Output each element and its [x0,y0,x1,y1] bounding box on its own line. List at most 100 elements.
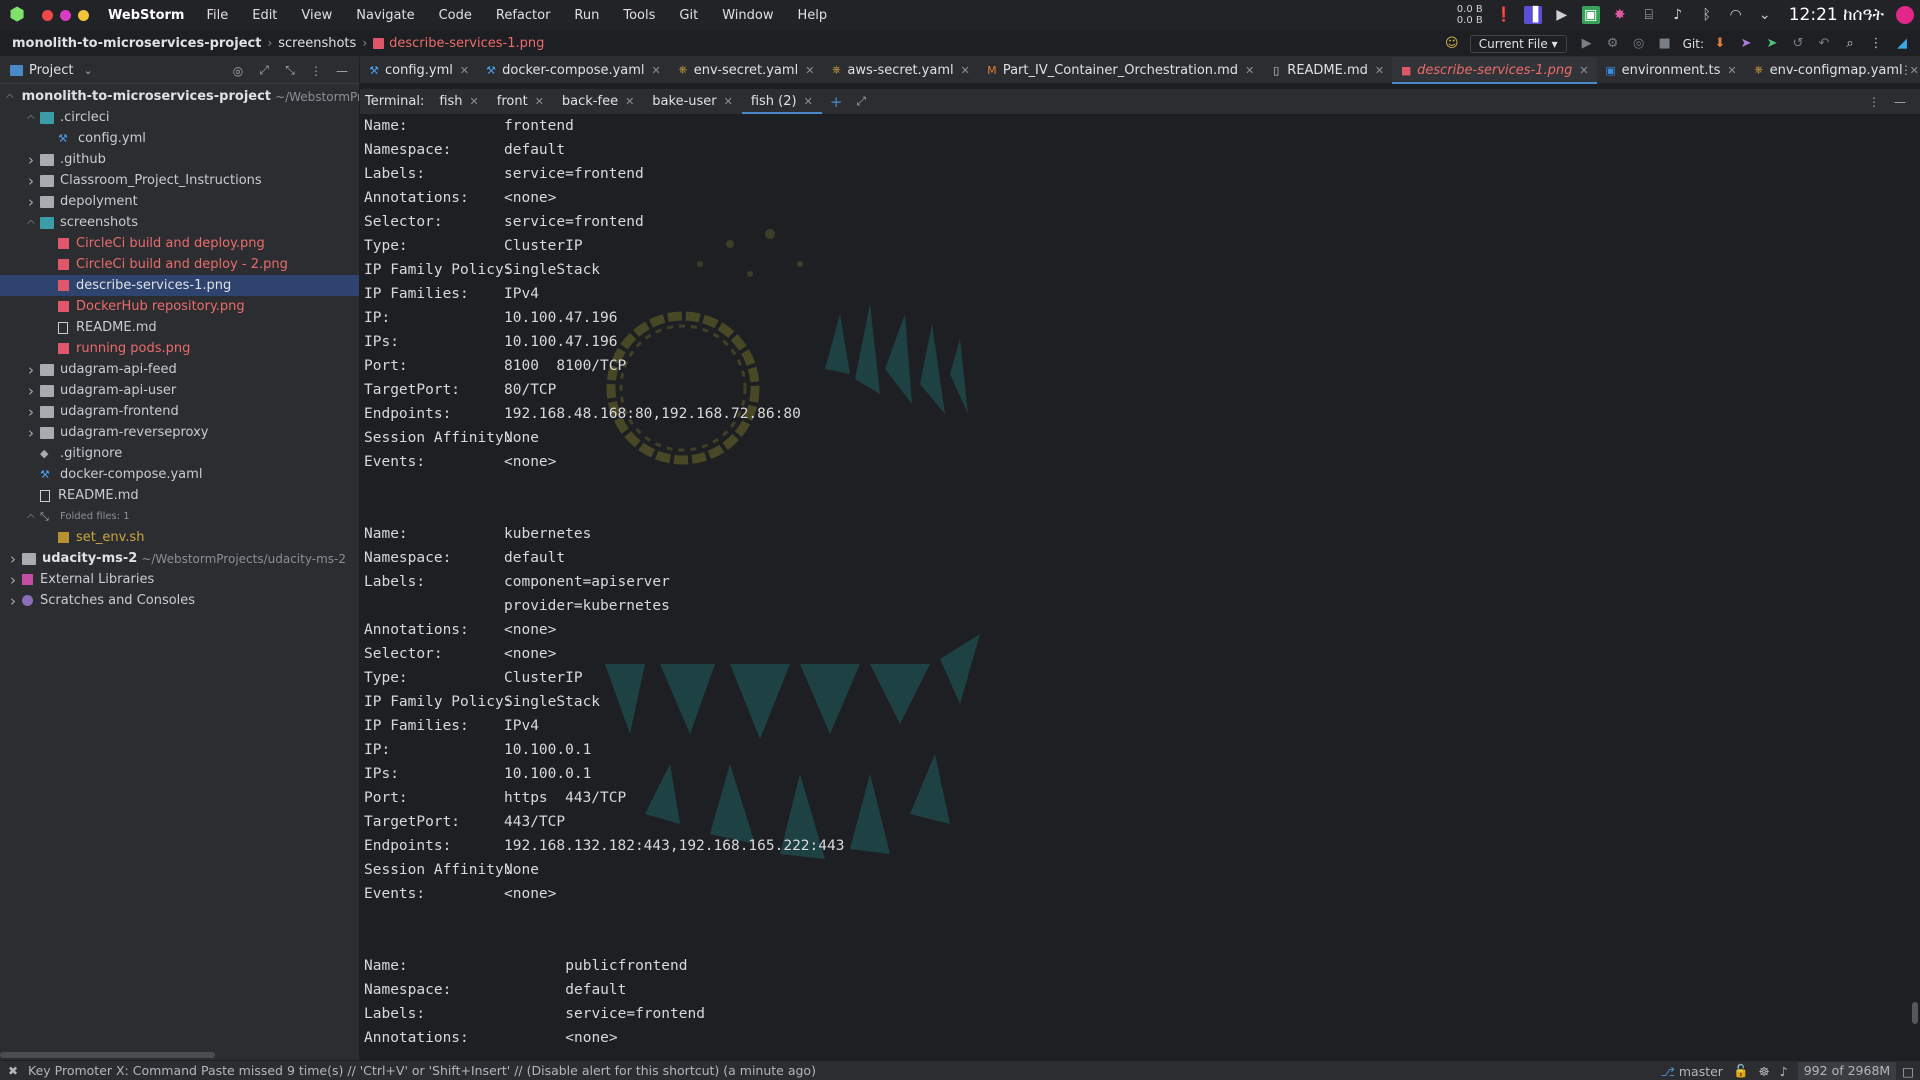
tree-item[interactable]: running pods.png [0,338,359,359]
chevron-down-icon[interactable]: ⌄ [83,64,92,77]
git-history-icon[interactable]: ↺ [1790,36,1806,52]
tree-item[interactable]: ⌵ ⤡ Folded files: 1 [0,506,359,527]
chevron-down-icon[interactable]: ⌵ [6,91,14,102]
tree-item[interactable]: README.md [0,317,359,338]
image-viewer-icon[interactable]: ▣ [1581,6,1600,24]
tree-item[interactable]: › Classroom_Project_Instructions [0,170,359,191]
project-horizontal-scrollbar[interactable] [0,1052,215,1058]
volume-icon[interactable]: ♪ [1669,6,1687,24]
editor-tab[interactable]: ■ describe-services-1.png ✕ [1392,56,1598,84]
cpu-monitor-icon[interactable]: ▐ [1523,6,1542,24]
tree-item[interactable]: ⚒ docker-compose.yaml [0,464,359,485]
chevron-down-icon[interactable]: ⌵ [24,217,38,228]
editor-tab[interactable]: ⚒ config.yml ✕ [360,57,477,84]
tree-item[interactable]: ◆ .gitignore [0,443,359,464]
tree-item[interactable]: ⌵ monolith-to-microservices-project ~/Webs… [0,86,359,107]
search-icon[interactable]: ⌕ [1842,36,1858,52]
status-message[interactable]: Key Promoter X: Command Paste missed 9 t… [28,1063,816,1078]
tree-item[interactable]: › External Libraries [0,569,359,590]
terminal-tab[interactable]: fish (2) ✕ [741,89,822,114]
chevron-down-icon[interactable]: ⌵ [24,511,38,522]
editor-tab[interactable]: M Part_IV_Container_Orchestration.md ✕ [978,57,1262,84]
wifi-icon[interactable]: ◠ [1727,6,1745,24]
chevron-down-icon[interactable]: ⌄ [1756,6,1774,24]
tree-item[interactable]: › .github [0,149,359,170]
hide-terminal-icon[interactable]: — [1894,95,1906,109]
new-terminal-tab-icon[interactable]: + [830,93,843,111]
chevron-right-icon[interactable]: › [24,403,38,421]
tree-item[interactable]: describe-services-1.png [0,275,359,296]
clipboard-icon[interactable]: ⌸ [1640,6,1658,24]
chevron-right-icon[interactable]: › [24,424,38,442]
tree-item[interactable]: DockerHub repository.png [0,296,359,317]
key-promoter-icon[interactable]: ✖ [6,1064,20,1078]
close-icon[interactable]: ✕ [724,95,733,108]
close-icon[interactable]: ✕ [1245,64,1254,77]
tree-item[interactable]: › depolyment [0,191,359,212]
tree-item[interactable]: › udagram-api-feed [0,359,359,380]
terminal-tab[interactable]: bake-user ✕ [643,89,742,114]
tree-item[interactable]: CircleCi build and deploy - 2.png [0,254,359,275]
chevron-down-icon[interactable]: ⌵ [24,112,38,123]
expand-terminal-icon[interactable]: ⤢ [856,94,866,109]
chevron-right-icon[interactable]: › [6,571,20,589]
tree-item[interactable]: ⌵ screenshots [0,212,359,233]
more-options-icon[interactable]: ⋮ [1868,36,1884,52]
memory-indicator[interactable]: 992 of 2968M [1797,1062,1897,1080]
close-icon[interactable]: ✕ [470,95,479,108]
terminal-vertical-scrollbar[interactable] [1912,1002,1918,1024]
breadcrumb-folder[interactable]: screenshots [278,36,356,51]
user-avatar[interactable] [1896,6,1914,24]
close-icon[interactable]: ✕ [460,64,469,77]
code-with-me-icon[interactable]: ☺ [1444,36,1460,52]
tree-item[interactable]: ⚒ config.yml [0,128,359,149]
tree-item[interactable]: › udagram-frontend [0,401,359,422]
git-push-icon[interactable]: ➤ [1764,36,1780,52]
chevron-right-icon[interactable]: › [24,361,38,379]
terminal-tab[interactable]: back-fee ✕ [553,89,643,114]
notifications-icon[interactable]: □ [1902,1064,1914,1079]
git-commit-icon[interactable]: ➤ [1738,36,1754,52]
menu-refactor[interactable]: Refactor [496,8,551,23]
media-play-icon[interactable]: ▶ [1553,6,1571,24]
inspection-icon[interactable]: ☸ [1759,1064,1770,1079]
editor-tab[interactable]: ▯ README.md ✕ [1262,57,1392,84]
debug-icon[interactable]: ⚙ [1605,36,1621,52]
menu-edit[interactable]: Edit [252,8,277,23]
close-icon[interactable]: ✕ [961,64,970,77]
menu-file[interactable]: File [206,8,228,23]
close-icon[interactable]: ✕ [804,95,813,108]
expand-all-icon[interactable]: ⤢ [255,63,273,78]
run-icon[interactable]: ▶ [1579,36,1595,52]
tree-item[interactable]: › udagram-reverseproxy [0,422,359,443]
tab-list-menu-icon[interactable]: ⋮ [1900,57,1912,84]
editor-tab[interactable]: ▣ environment.ts ✕ [1597,57,1745,84]
slack-icon[interactable]: ✸ [1611,6,1629,24]
menu-navigate[interactable]: Navigate [356,8,414,23]
hide-panel-icon[interactable]: — [333,64,351,78]
editor-tab[interactable]: ⎈ aws-secret.yaml ✕ [822,57,977,84]
editor-tab[interactable]: ⚒ docker-compose.yaml ✕ [477,57,669,84]
close-icon[interactable]: ✕ [1727,64,1736,77]
git-update-icon[interactable]: ⬇ [1712,36,1728,52]
close-icon[interactable]: ✕ [652,64,661,77]
bluetooth-icon[interactable]: ᛒ [1698,6,1716,24]
tree-item[interactable]: CircleCi build and deploy.png [0,233,359,254]
terminal-tab[interactable]: fish ✕ [430,89,487,114]
git-rollback-icon[interactable]: ↶ [1816,36,1832,52]
tree-item[interactable]: › udagram-api-user [0,380,359,401]
project-view-selector[interactable]: Project [29,63,73,78]
breadcrumb-project[interactable]: monolith-to-microservices-project [12,36,261,51]
window-maximize-control[interactable] [78,9,89,21]
terminal-output[interactable]: Name: frontend Namespace: default Labels: ser… [360,114,1920,1060]
menu-git[interactable]: Git [679,8,698,23]
chevron-right-icon[interactable]: › [24,172,38,190]
chevron-right-icon[interactable]: › [24,151,38,169]
close-icon[interactable]: ✕ [805,64,814,77]
menu-view[interactable]: View [301,8,332,23]
lock-icon[interactable]: 🔓 [1733,1063,1749,1079]
menu-code[interactable]: Code [439,8,472,23]
editor-tab[interactable]: ⎈ env-configmap.yaml ✕ [1745,57,1920,84]
close-icon[interactable]: ✕ [1375,64,1384,77]
terminal-options-icon[interactable]: ⋮ [1868,95,1880,109]
